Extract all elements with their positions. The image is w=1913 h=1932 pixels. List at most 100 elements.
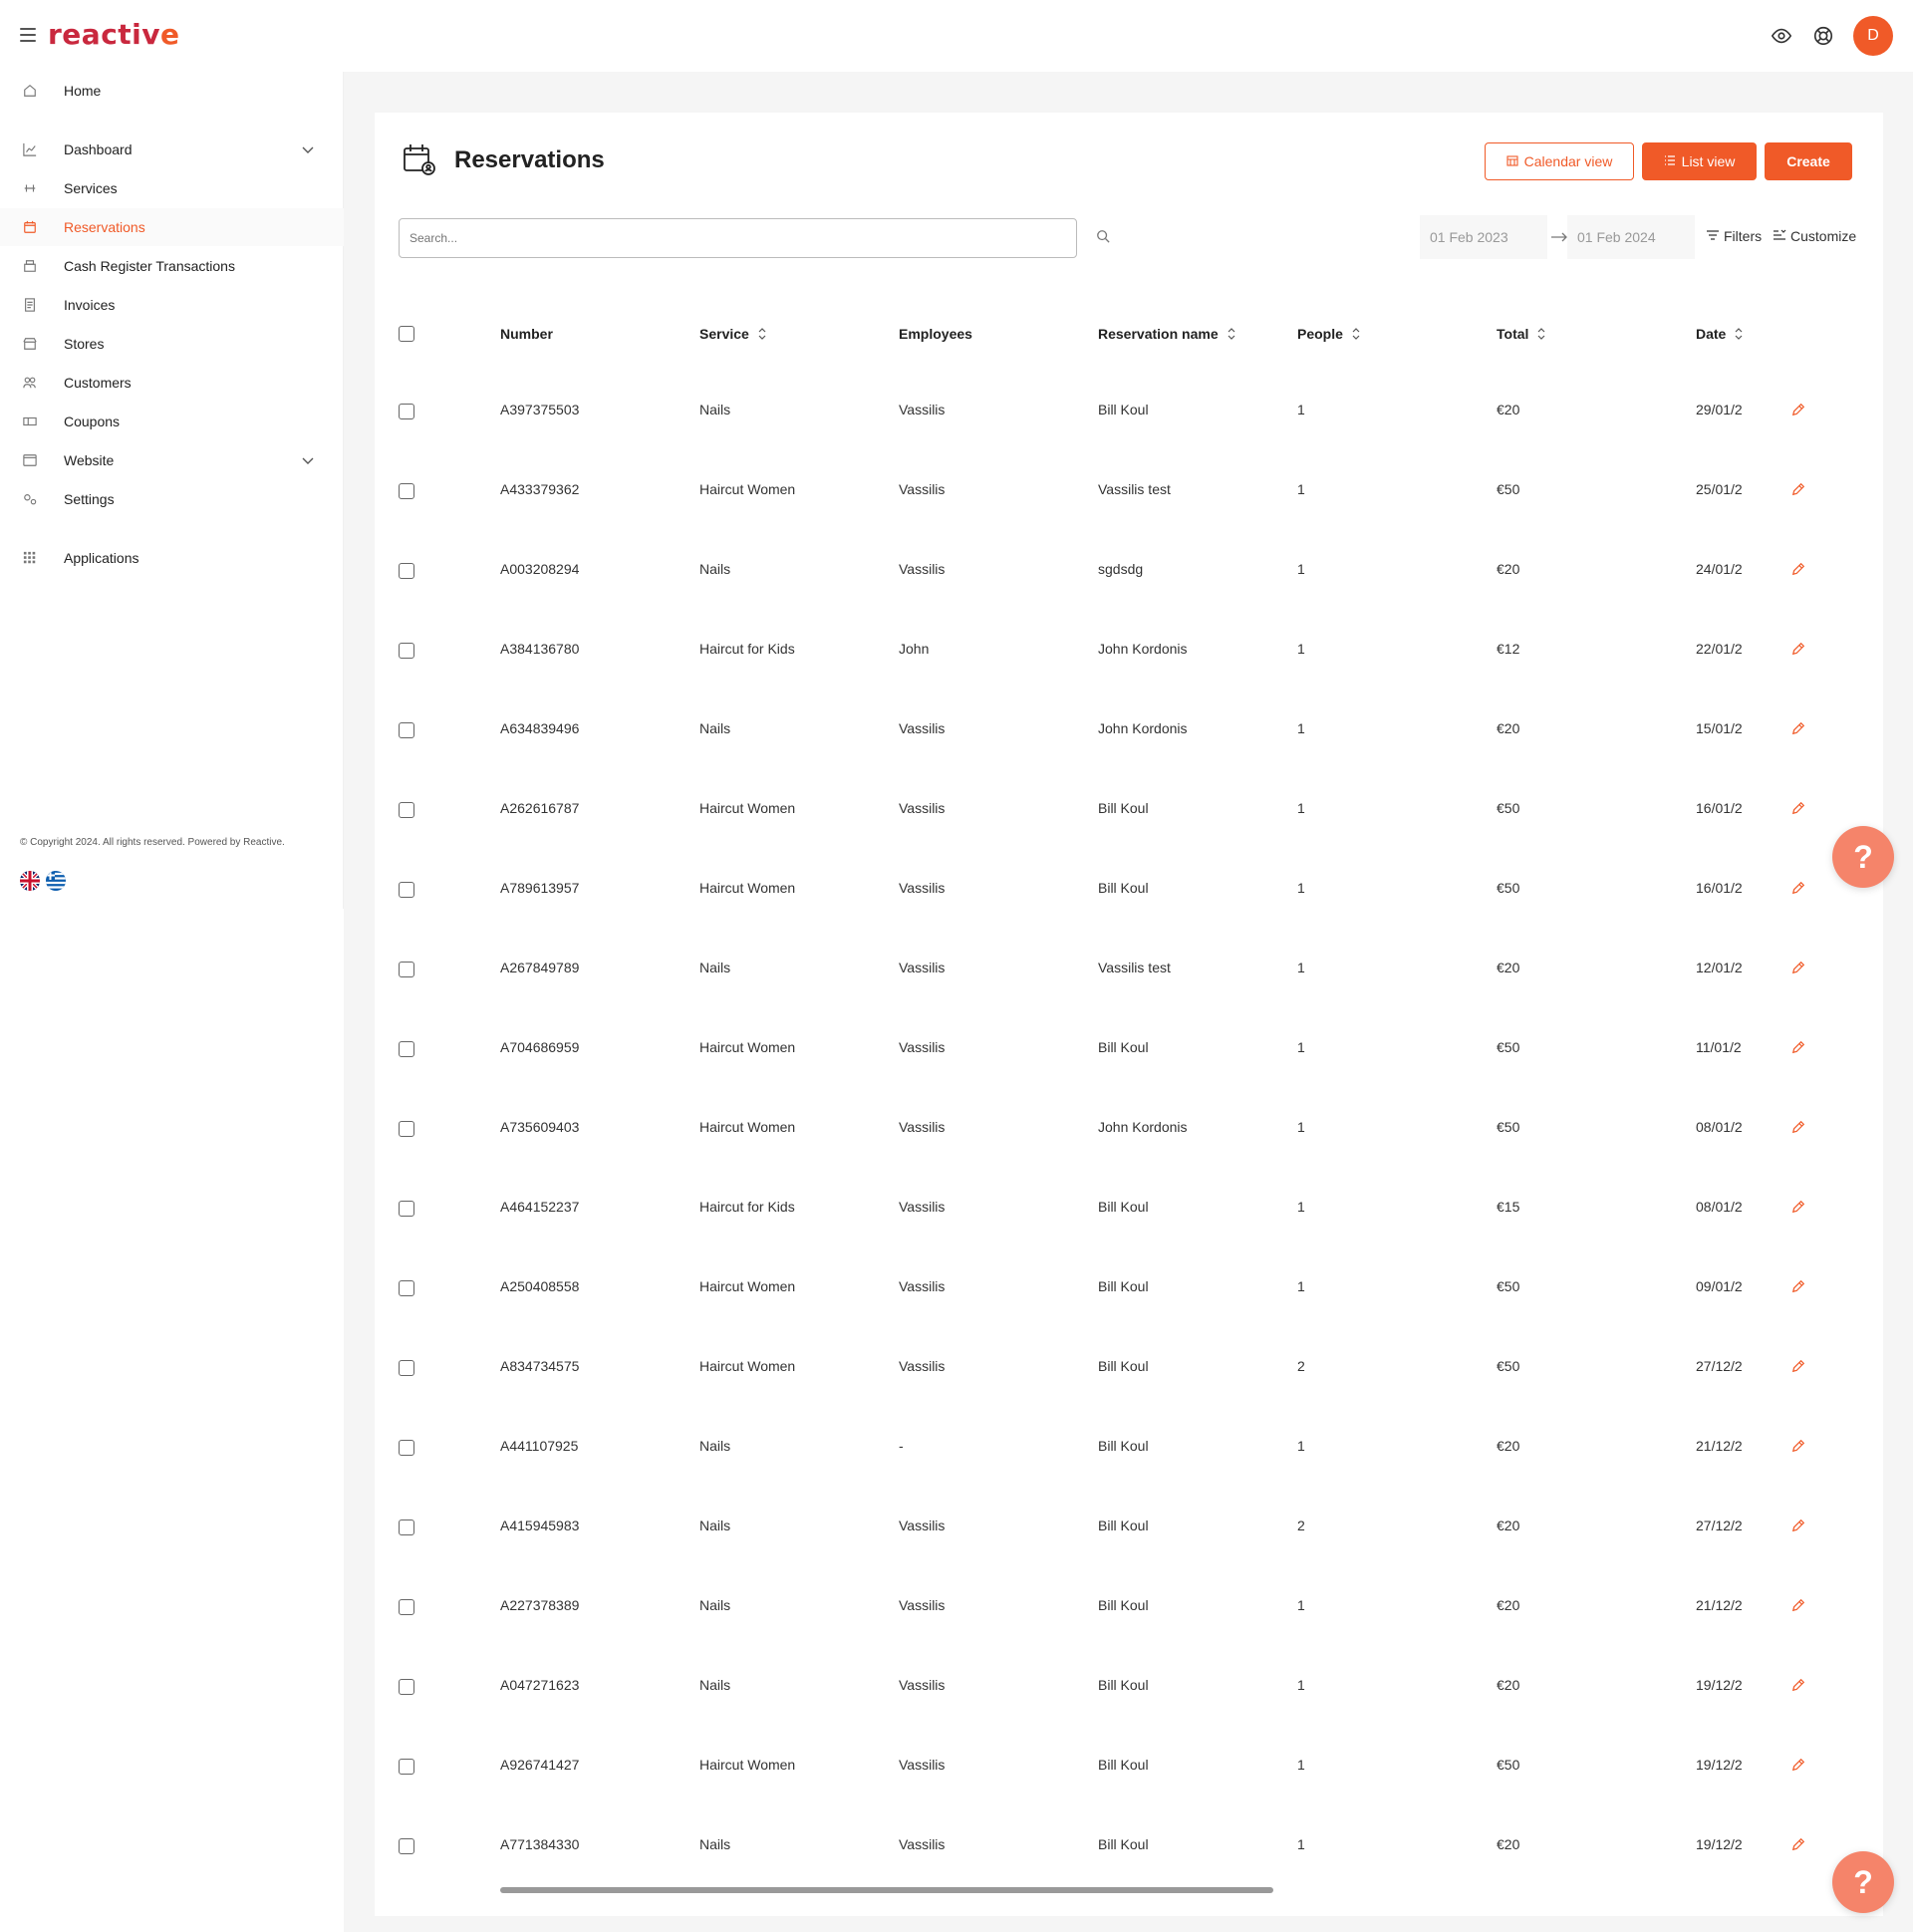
row-checkbox[interactable] bbox=[399, 962, 414, 977]
sort-icon[interactable] bbox=[1536, 327, 1546, 341]
row-checkbox[interactable] bbox=[399, 1519, 414, 1535]
edit-pencil-icon[interactable] bbox=[1791, 1518, 1807, 1534]
edit-pencil-icon[interactable] bbox=[1791, 801, 1807, 817]
edit-pencil-icon[interactable] bbox=[1791, 1359, 1807, 1375]
edit-pencil-icon[interactable] bbox=[1791, 403, 1807, 418]
row-checkbox[interactable] bbox=[399, 1201, 414, 1217]
row-checkbox[interactable] bbox=[399, 1679, 414, 1695]
column-reservation-name[interactable]: Reservation name bbox=[1098, 326, 1236, 342]
column-people[interactable]: People bbox=[1297, 326, 1361, 342]
edit-pencil-icon[interactable] bbox=[1791, 1040, 1807, 1056]
sidebar-item-applications[interactable]: Applications bbox=[0, 539, 344, 577]
row-checkbox[interactable] bbox=[399, 1280, 414, 1296]
sidebar-item-reservations[interactable]: Reservations bbox=[0, 208, 344, 246]
edit-pencil-icon[interactable] bbox=[1791, 1279, 1807, 1295]
edit-pencil-icon[interactable] bbox=[1791, 881, 1807, 897]
edit-pencil-icon[interactable] bbox=[1791, 1758, 1807, 1774]
sidebar-item-website[interactable]: Website bbox=[0, 441, 344, 479]
row-checkbox[interactable] bbox=[399, 1440, 414, 1456]
table-row[interactable]: A227378389 Nails Vassilis Bill Koul 1 €20 21/1… bbox=[375, 1567, 1883, 1647]
sidebar-item-invoices[interactable]: Invoices bbox=[0, 286, 344, 324]
edit-pencil-icon[interactable] bbox=[1791, 1598, 1807, 1614]
table-row[interactable]: A704686959 Haircut Women Vassilis Bill Koul… bbox=[375, 1009, 1883, 1089]
table-row[interactable]: A771384330 Nails Vassilis Bill Koul 1 €20 19/1… bbox=[375, 1806, 1883, 1886]
sidebar-item-stores[interactable]: Stores bbox=[0, 325, 344, 363]
row-checkbox[interactable] bbox=[399, 1838, 414, 1854]
table-row[interactable]: A397375503 Nails Vassilis Bill Koul 1 €20 29/0… bbox=[375, 372, 1883, 451]
sort-icon[interactable] bbox=[1351, 327, 1361, 341]
edit-pencil-icon[interactable] bbox=[1791, 1678, 1807, 1694]
eye-icon[interactable] bbox=[1770, 24, 1793, 48]
column-total[interactable]: Total bbox=[1497, 326, 1546, 342]
table-row[interactable]: A464152237 Haircut for Kids Vassilis Bill K… bbox=[375, 1169, 1883, 1248]
horizontal-scrollbar[interactable] bbox=[500, 1887, 1273, 1893]
filters-button[interactable]: Filters bbox=[1706, 228, 1762, 244]
table-row[interactable]: A250408558 Haircut Women Vassilis Bill Koul… bbox=[375, 1248, 1883, 1328]
date-to-field[interactable]: 01 Feb 2024 bbox=[1567, 215, 1695, 259]
table-row[interactable]: A834734575 Haircut Women Vassilis Bill Koul… bbox=[375, 1328, 1883, 1408]
chevron-down-icon[interactable] bbox=[301, 453, 315, 467]
row-checkbox[interactable] bbox=[399, 563, 414, 579]
list-view-button[interactable]: List view bbox=[1642, 142, 1757, 180]
row-checkbox[interactable] bbox=[399, 1759, 414, 1775]
edit-pencil-icon[interactable] bbox=[1791, 961, 1807, 976]
row-checkbox[interactable] bbox=[399, 483, 414, 499]
table-row[interactable]: A926741427 Haircut Women Vassilis Bill Koul… bbox=[375, 1727, 1883, 1806]
row-checkbox[interactable] bbox=[399, 1121, 414, 1137]
edit-pencil-icon[interactable] bbox=[1791, 642, 1807, 658]
row-checkbox[interactable] bbox=[399, 722, 414, 738]
date-from-field[interactable]: 01 Feb 2023 bbox=[1420, 215, 1547, 259]
sidebar-item-customers[interactable]: Customers bbox=[0, 364, 344, 402]
select-all-checkbox[interactable] bbox=[399, 326, 414, 342]
customize-button[interactable]: Customize bbox=[1773, 228, 1856, 244]
table-row[interactable]: A003208294 Nails Vassilis sgdsdg 1 €20 24/01/2 bbox=[375, 531, 1883, 611]
row-checkbox[interactable] bbox=[399, 643, 414, 659]
sidebar-item-services[interactable]: Services bbox=[0, 169, 344, 207]
sort-icon[interactable] bbox=[1227, 327, 1236, 341]
table-row[interactable]: A267849789 Nails Vassilis Vassilis test 1 €20… bbox=[375, 930, 1883, 1009]
table-row[interactable]: A047271623 Nails Vassilis Bill Koul 1 €20 19/1… bbox=[375, 1647, 1883, 1727]
sort-icon[interactable] bbox=[757, 327, 767, 341]
table-row[interactable]: A789613957 Haircut Women Vassilis Bill Koul… bbox=[375, 850, 1883, 930]
edit-pencil-icon[interactable] bbox=[1791, 1439, 1807, 1455]
row-checkbox[interactable] bbox=[399, 882, 414, 898]
sidebar-item-home[interactable]: Home bbox=[0, 72, 344, 110]
help-button-bottom[interactable]: ? bbox=[1832, 1851, 1894, 1913]
sidebar-item-cash-register[interactable]: Cash Register Transactions bbox=[0, 247, 344, 285]
table-row[interactable]: A433379362 Haircut Women Vassilis Vassilis … bbox=[375, 451, 1883, 531]
search-input[interactable] bbox=[399, 218, 1077, 258]
uk-flag-icon[interactable] bbox=[20, 871, 40, 891]
edit-pencil-icon[interactable] bbox=[1791, 1837, 1807, 1853]
chevron-down-icon[interactable] bbox=[301, 142, 315, 156]
lifebuoy-icon[interactable] bbox=[1811, 24, 1835, 48]
calendar-view-button[interactable]: Calendar view bbox=[1485, 142, 1634, 180]
table-row[interactable]: A634839496 Nails Vassilis John Kordonis 1 €20… bbox=[375, 690, 1883, 770]
table-row[interactable]: A735609403 Haircut Women Vassilis John Kord… bbox=[375, 1089, 1883, 1169]
edit-pencil-icon[interactable] bbox=[1791, 482, 1807, 498]
menu-toggle-icon[interactable] bbox=[20, 28, 36, 42]
search-icon[interactable] bbox=[1096, 229, 1112, 245]
sidebar-item-settings[interactable]: Settings bbox=[0, 480, 344, 518]
table-row[interactable]: A384136780 Haircut for Kids John John Kordo… bbox=[375, 611, 1883, 690]
edit-pencil-icon[interactable] bbox=[1791, 1200, 1807, 1216]
reactive-logo[interactable]: reactive bbox=[48, 18, 180, 51]
help-button[interactable]: ? bbox=[1832, 826, 1894, 888]
row-checkbox[interactable] bbox=[399, 1360, 414, 1376]
sidebar-item-dashboard[interactable]: Dashboard bbox=[0, 131, 344, 168]
column-date[interactable]: Date bbox=[1696, 326, 1746, 342]
row-checkbox[interactable] bbox=[399, 802, 414, 818]
sidebar-item-coupons[interactable]: Coupons bbox=[0, 403, 344, 440]
greek-flag-icon[interactable] bbox=[46, 871, 66, 891]
edit-pencil-icon[interactable] bbox=[1791, 721, 1807, 737]
table-row[interactable]: A441107925 Nails - Bill Koul 1 €20 21/12/2 bbox=[375, 1408, 1883, 1488]
row-checkbox[interactable] bbox=[399, 404, 414, 419]
edit-pencil-icon[interactable] bbox=[1791, 562, 1807, 578]
create-button[interactable]: Create bbox=[1765, 142, 1852, 180]
user-avatar[interactable]: D bbox=[1853, 16, 1893, 56]
sort-icon[interactable] bbox=[1734, 327, 1744, 341]
table-row[interactable]: A415945983 Nails Vassilis Bill Koul 2 €20 27/1… bbox=[375, 1488, 1883, 1567]
row-checkbox[interactable] bbox=[399, 1041, 414, 1057]
column-service[interactable]: Service bbox=[699, 326, 767, 342]
table-row[interactable]: A262616787 Haircut Women Vassilis Bill Koul… bbox=[375, 770, 1883, 850]
row-checkbox[interactable] bbox=[399, 1599, 414, 1615]
